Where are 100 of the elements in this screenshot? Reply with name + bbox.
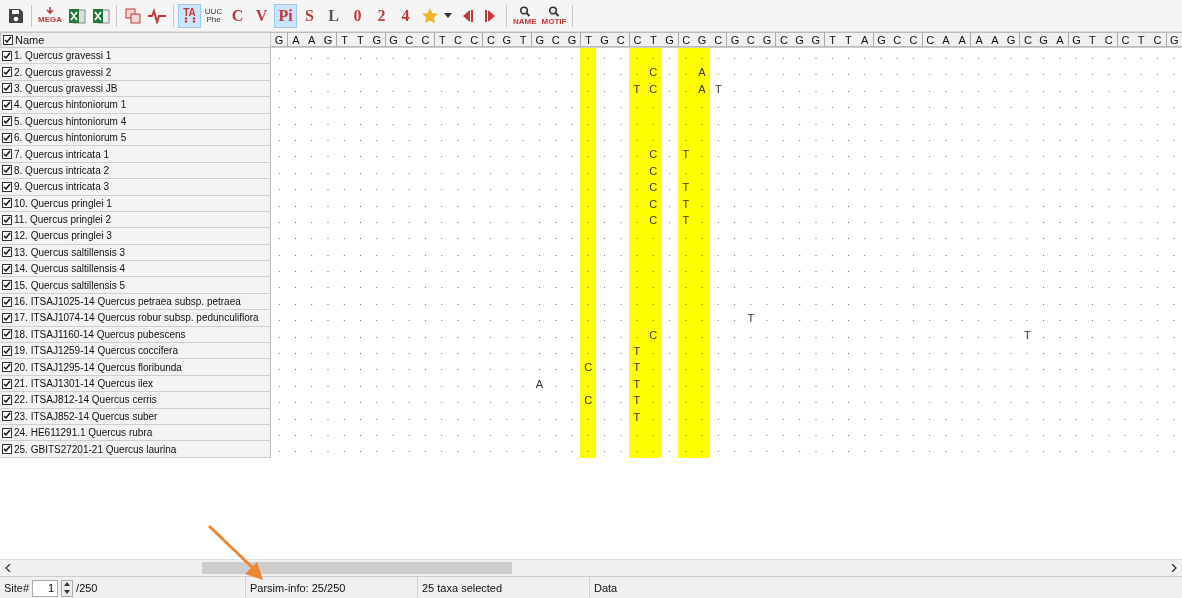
checkbox[interactable]: [2, 263, 12, 274]
taxa-selected-status: 25 taxa selected: [422, 582, 503, 594]
sequence-text: . . . . . . . . . . . . . . . . . . . . . . . . . . . . . . . . . . . . . . . . . . . . . . . . . . . . . . . .: [271, 425, 1182, 442]
consensus-base: C: [742, 32, 759, 47]
checkbox[interactable]: [2, 427, 12, 438]
consensus-base: G: [596, 32, 613, 47]
consensus-base: C: [710, 32, 727, 47]
consensus-base: G: [872, 32, 890, 47]
consensus-base: T: [580, 32, 597, 47]
checkbox[interactable]: [2, 296, 12, 307]
sequence-text: . . . . . . . . . . . . . . . . . . . . . . . C . . . . . . . . . . . . . . . . . . . . . . T . . . . . . . . .: [271, 326, 1182, 344]
spreadsheet-icon: [91, 6, 110, 25]
sequence-text: . . . . . . . . . . . . . . . . . . . . . . . C . T . . . . . . . . . . . . . . . . . . . . . . . . . . . . . .: [271, 211, 1182, 229]
consensus-base: G: [271, 32, 288, 47]
highlight-toggle-button[interactable]: 0: [346, 3, 369, 28]
copy-icon: [123, 6, 142, 25]
checkbox[interactable]: [2, 280, 12, 291]
search-icon: [548, 5, 560, 17]
consensus-base: G: [1035, 32, 1052, 47]
consensus-base: C: [401, 32, 418, 47]
consensus-base: T: [824, 32, 841, 47]
checkbox[interactable]: [2, 231, 12, 241]
checkbox[interactable]: [2, 214, 12, 225]
consensus-base: T: [840, 32, 857, 47]
consensus-base: G: [368, 32, 385, 47]
highlight-toggle-button[interactable]: S: [298, 3, 321, 28]
consensus-base: C: [449, 32, 467, 47]
search-icon: [518, 5, 531, 17]
sequence-text: . . . . . . . . . . . . . . . . . . . . . . T C . . A T . . . . . . . . . . . . . . . . . . . . . . . . . . . .: [271, 80, 1182, 98]
checkbox[interactable]: [2, 198, 12, 209]
sequence-text: . . . . . . . . . . . . . . . . . . . . . . . . . . . . . . . . . . . . . . . . . . . . . . . . . . . . . . . .: [271, 244, 1182, 262]
highlight-toggle-button[interactable]: L: [322, 3, 345, 28]
checkbox[interactable]: [2, 329, 12, 340]
search-button[interactable]: NAME: [511, 3, 539, 28]
consensus-base: T: [336, 32, 353, 47]
sequence-text: . . . . . . . . . . . . . . . . . . . . . . . . . . . . . . . . . . . . . . . . . . . . . . . . . . . . . . . .: [271, 277, 1182, 294]
consensus-base: G: [726, 32, 743, 47]
sequence-text: . . . . . . . . . . . . . . . . . . . . . . . . . . . . . . . . . . . . . . . . . . . . . . . . . . . . . . . .: [271, 228, 1182, 245]
export-button[interactable]: MEGA: [36, 3, 64, 28]
consensus-base: A: [1051, 32, 1068, 47]
checkbox[interactable]: [2, 411, 12, 422]
checkbox[interactable]: [2, 99, 12, 110]
toggle-button[interactable]: TA: [178, 3, 201, 28]
highlight-toggle-button[interactable]: C: [226, 3, 249, 28]
consensus-base: C: [775, 32, 792, 47]
checkbox[interactable]: [2, 181, 12, 192]
checkbox[interactable]: [2, 247, 12, 258]
pulse-icon: [147, 7, 167, 24]
search-button[interactable]: MOTIF: [539, 3, 569, 28]
sequence-text: . . . . . . . . . . . . . . . . . . . . . . . C . . . . . . . . . . . . . . . . . . . . . . . . . . . . . . . .: [271, 162, 1182, 180]
consensus-base: G: [563, 32, 581, 47]
checkbox[interactable]: [2, 67, 12, 78]
sequence-text: . . . . . . . . . . . . . . . . . . . . . . . . . . . . . T . . . . . . . . . . . . . . . . . . . . . . . . . .: [276, 310, 1176, 327]
consensus-base: C: [1149, 32, 1166, 47]
highlight-toggle-button[interactable]: 2: [370, 3, 393, 28]
checkbox[interactable]: [2, 132, 12, 143]
consensus-base: G: [1165, 32, 1182, 47]
highlight-toggle-button[interactable]: 4: [394, 3, 417, 28]
checkbox[interactable]: [2, 345, 12, 356]
consensus-base: G: [791, 32, 808, 47]
consensus-base: A: [287, 32, 304, 47]
checkbox[interactable]: [2, 378, 12, 389]
consensus-base: G: [384, 32, 402, 47]
checkbox[interactable]: [2, 116, 12, 127]
consensus-base: G: [319, 32, 337, 47]
checkbox[interactable]: [3, 35, 13, 45]
translate-toggle-button[interactable]: UUC Phe: [202, 3, 225, 28]
consensus-base: G: [807, 32, 825, 47]
checkbox[interactable]: [2, 444, 12, 455]
checkbox[interactable]: [2, 362, 12, 373]
highlight-toggle-button[interactable]: Pi: [274, 3, 297, 28]
consensus-base: C: [482, 32, 499, 47]
checkbox[interactable]: [2, 165, 12, 176]
checkbox[interactable]: [2, 149, 12, 160]
down-triangle-icon: [64, 589, 71, 594]
checkbox[interactable]: [2, 312, 12, 323]
consensus-base: T: [433, 32, 450, 47]
checkbox[interactable]: [2, 394, 12, 405]
chevron-left-icon: [5, 564, 11, 572]
checkbox[interactable]: [2, 50, 12, 61]
sequence-text: . . . . . . . . . . . . . . . . . . . . . . . C . T . . . . . . . . . . . . . . . . . . . . . . . . . . . . . .: [276, 146, 1176, 163]
highlight-toggle-button[interactable]: V: [250, 3, 273, 28]
sequence-text: . . . . . . . . . . . . . . . . . . . . . . . C . . A . . . . . . . . . . . . . . . . . . . . . . . . . . . . .: [276, 64, 1176, 81]
consensus-base: T: [1084, 32, 1101, 47]
checkbox[interactable]: [2, 83, 12, 94]
sequence-text: . . . . . . . . . . . . . . . . . . . . . . . C . T . . . . . . . . . . . . . . . . . . . . . . . . . . . . . .: [276, 179, 1176, 196]
consensus-base: C: [612, 32, 629, 47]
annotation-arrow: [207, 524, 263, 580]
chevron-right-icon: [1171, 564, 1177, 572]
consensus-base: C: [547, 32, 564, 47]
consensus-base: C: [1100, 32, 1117, 47]
consensus-base: T: [645, 32, 662, 47]
consensus-base: G: [1068, 32, 1085, 47]
consensus-base: C: [905, 32, 922, 47]
consensus-base: A: [986, 32, 1003, 47]
spreadsheet-icon: [67, 6, 86, 25]
site-input[interactable]: 1: [32, 579, 59, 597]
site-total: /250: [76, 582, 98, 594]
star-icon: [420, 6, 439, 25]
scrollbar-thumb[interactable]: [202, 562, 512, 574]
